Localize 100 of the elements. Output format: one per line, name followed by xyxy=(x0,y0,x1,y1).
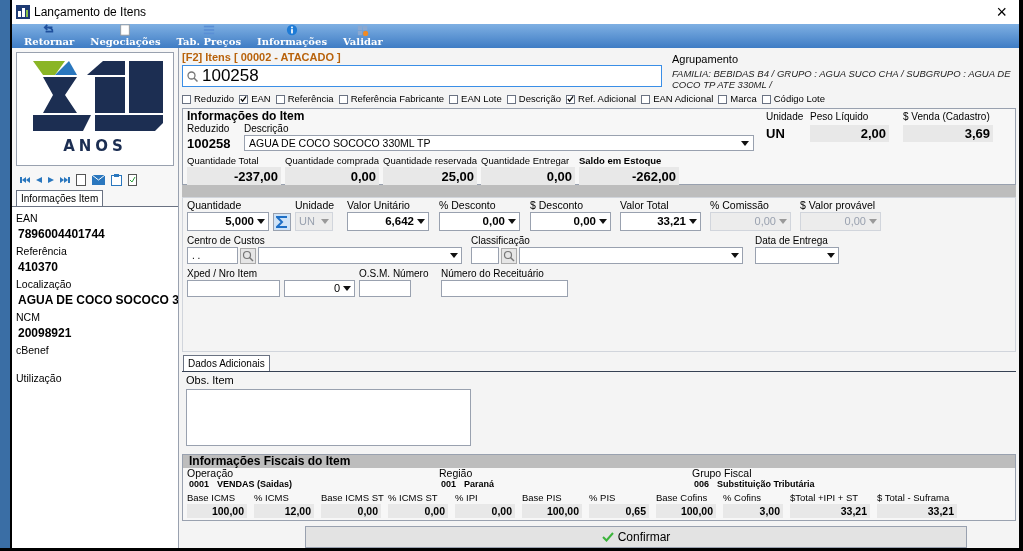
envelope-icon[interactable] xyxy=(92,175,105,185)
field-value: 0,65 xyxy=(589,503,649,518)
field-label: Grupo Fiscal xyxy=(692,467,753,479)
field-label: Quantidade Entregar xyxy=(481,155,570,168)
caret-icon xyxy=(417,219,425,225)
check-icon xyxy=(601,532,614,542)
search-icon[interactable] xyxy=(240,247,256,264)
search-icon[interactable] xyxy=(501,247,517,264)
extra-tab[interactable]: Dados Adicionais xyxy=(183,355,270,372)
field-label: Unidade xyxy=(766,111,805,124)
toolbar-button[interactable]: Validar xyxy=(339,24,387,48)
search-option[interactable]: Ref. Adicional xyxy=(566,92,637,107)
search-option[interactable]: Marca xyxy=(718,92,757,107)
logo-caption: ANOS xyxy=(63,135,127,157)
confirm-button[interactable]: Confirmar xyxy=(305,526,967,548)
sigma-icon xyxy=(276,216,288,229)
input-field[interactable] xyxy=(359,280,411,298)
field-value: 100,00 xyxy=(656,503,716,518)
field-value: Substituição Tributária xyxy=(717,478,815,490)
checkbox[interactable] xyxy=(182,94,191,104)
field-label: Valor Unitário xyxy=(347,199,411,213)
grouping-label: Agrupamento xyxy=(672,52,740,67)
field-label: % Cofins xyxy=(723,490,761,504)
checklist-icon[interactable] xyxy=(128,174,137,186)
search-option[interactable]: Reduzido xyxy=(182,92,235,107)
field-label: Localização xyxy=(16,277,73,291)
field-label: Classificação xyxy=(471,234,530,248)
field-value: 100,00 xyxy=(522,503,582,518)
input-field[interactable]: . . xyxy=(187,247,238,265)
toolbar-button[interactable]: Retornar xyxy=(20,24,79,48)
toolbar-button[interactable]: Tab. Preços xyxy=(172,24,245,48)
field-code: 0001 xyxy=(189,478,210,490)
search-option[interactable]: Descrição xyxy=(506,92,562,107)
dropdown-field[interactable]: 0,00 xyxy=(530,212,611,232)
checkbox[interactable] xyxy=(239,94,249,104)
caret-icon xyxy=(731,253,739,259)
previous-record-icon[interactable] xyxy=(36,177,42,183)
field-label: Operação xyxy=(187,467,234,479)
search-field[interactable]: 100258 xyxy=(182,65,662,87)
checkbox[interactable] xyxy=(566,94,576,104)
field-label: Quantidade comprada xyxy=(285,155,379,168)
field-label: Base ICMS ST xyxy=(321,490,384,504)
field-label: Base ICMS xyxy=(187,490,236,504)
field-label: Quantidade Total xyxy=(187,155,259,168)
input-field[interactable] xyxy=(187,280,280,298)
checkbox[interactable] xyxy=(506,94,516,104)
search-option[interactable]: Referência Fabricante xyxy=(338,92,445,107)
field-label: Reduzido xyxy=(187,123,231,136)
field-label: Quantidade xyxy=(187,199,243,213)
checkbox[interactable] xyxy=(275,94,285,104)
field-label: cBenef xyxy=(16,343,50,357)
last-record-icon[interactable] xyxy=(60,177,70,183)
caret-icon xyxy=(869,219,877,225)
checkbox[interactable] xyxy=(338,94,348,104)
toolbar-button[interactable]: Informações xyxy=(253,24,331,48)
clipboard-icon[interactable] xyxy=(111,174,122,186)
description-dropdown[interactable]: AGUA DE COCO SOCOCO 330ML TP xyxy=(244,135,754,152)
input-field[interactable] xyxy=(471,247,499,265)
dropdown-field[interactable]: 5,000 xyxy=(187,212,269,232)
dropdown-field[interactable]: 33,21 xyxy=(620,212,701,232)
dropdown-field[interactable]: 6,642 xyxy=(347,212,429,232)
search-input[interactable]: 100258 xyxy=(202,63,402,89)
close-button[interactable]: × xyxy=(988,3,1015,21)
dropdown-field[interactable]: 0,00 xyxy=(439,212,520,232)
side-tab[interactable]: Informações Item xyxy=(16,190,104,206)
input-field[interactable] xyxy=(441,280,568,298)
dropdown-field[interactable] xyxy=(258,247,462,265)
sum-button[interactable] xyxy=(273,213,291,232)
field-value: Paraná xyxy=(464,478,495,490)
field-label: $ Total - Suframa xyxy=(877,490,950,504)
dropdown-field[interactable] xyxy=(519,247,743,265)
field-value: UN xyxy=(766,125,786,144)
search-icon xyxy=(187,70,198,82)
dropdown-field[interactable] xyxy=(755,247,839,265)
search-option[interactable]: EAN Adicional xyxy=(641,92,714,107)
toolbar-button[interactable]: Negociações xyxy=(86,24,165,48)
search-option[interactable]: Código Lote xyxy=(761,92,825,107)
field-value: 100258 xyxy=(187,135,232,153)
next-record-icon[interactable] xyxy=(48,177,54,183)
document-icon[interactable] xyxy=(76,174,86,186)
field-label: % PIS xyxy=(589,490,616,504)
field-code: 006 xyxy=(694,478,710,490)
caret-icon xyxy=(599,219,607,225)
notes-field[interactable] xyxy=(186,388,471,446)
checkbox[interactable] xyxy=(449,94,459,104)
field-label: Saldo em Estoque xyxy=(579,155,662,168)
search-option[interactable]: EAN Lote xyxy=(449,92,502,107)
search-option[interactable]: Referência xyxy=(275,92,334,107)
caret-icon xyxy=(508,219,516,225)
field-value: AGUA DE COCO SOCOCO 3 xyxy=(17,292,178,309)
dropdown-field[interactable]: 0 xyxy=(284,280,355,298)
grouping-text: FAMILIA: BEBIDAS B4 / GRUPO : AGUA SUCO CHA / SUBGRUPO : AGUA DE COCO TP ATE 330ML / xyxy=(672,67,1012,90)
field-label: O.S.M. Número xyxy=(359,267,429,281)
search-option[interactable]: EAN xyxy=(239,92,271,107)
checkbox[interactable] xyxy=(761,94,771,104)
caret-icon xyxy=(827,253,835,259)
caret-icon xyxy=(689,219,697,225)
first-record-icon[interactable] xyxy=(20,177,30,183)
checkbox[interactable] xyxy=(641,94,651,104)
checkbox[interactable] xyxy=(718,94,728,104)
